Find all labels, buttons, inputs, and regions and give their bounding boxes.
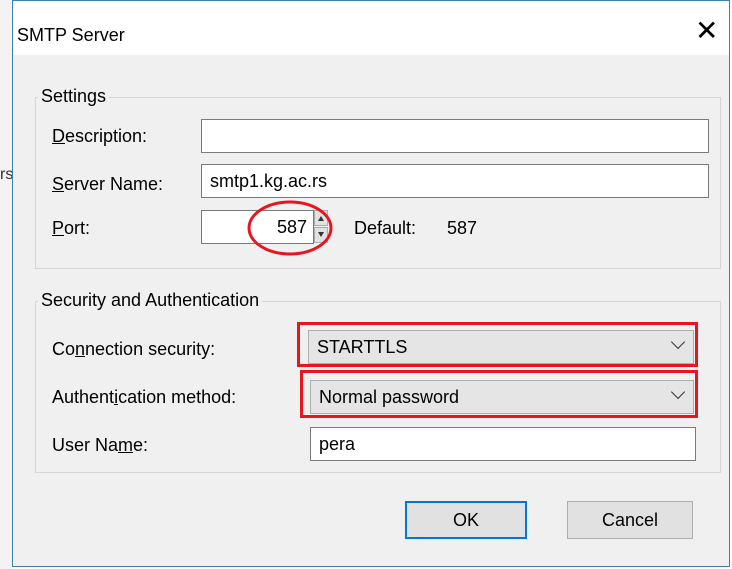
port-highlight-ellipse [247, 200, 333, 256]
port-label: Port: [52, 218, 91, 238]
port-default-value: 587 [447, 218, 478, 238]
description-input[interactable] [201, 119, 709, 153]
port-default-label: Default: [354, 218, 417, 238]
description-label: Description: [52, 126, 148, 146]
ok-button[interactable]: OK [405, 501, 527, 539]
connection-security-highlight [297, 322, 698, 367]
settings-legend: Settings [38, 86, 110, 106]
auth-method-label: Authentication method: [52, 387, 237, 407]
user-name-label: User Name: [52, 435, 149, 455]
smtp-server-dialog: SMTP Server ✕ Settings Description: Serv… [12, 0, 730, 567]
connection-security-label: Connection security: [52, 339, 216, 359]
user-name-input[interactable]: pera [310, 427, 696, 461]
server-name-label: Server Name: [52, 174, 164, 194]
close-icon[interactable]: ✕ [695, 17, 718, 45]
background-window [0, 0, 12, 569]
auth-method-highlight [300, 370, 698, 418]
cancel-button[interactable]: Cancel [567, 501, 693, 539]
security-legend: Security and Authentication [38, 290, 263, 310]
title-bar: SMTP Server ✕ [13, 1, 729, 55]
dialog-title: SMTP Server [17, 25, 125, 45]
server-name-input[interactable]: smtp1.kg.ac.rs [201, 164, 709, 198]
